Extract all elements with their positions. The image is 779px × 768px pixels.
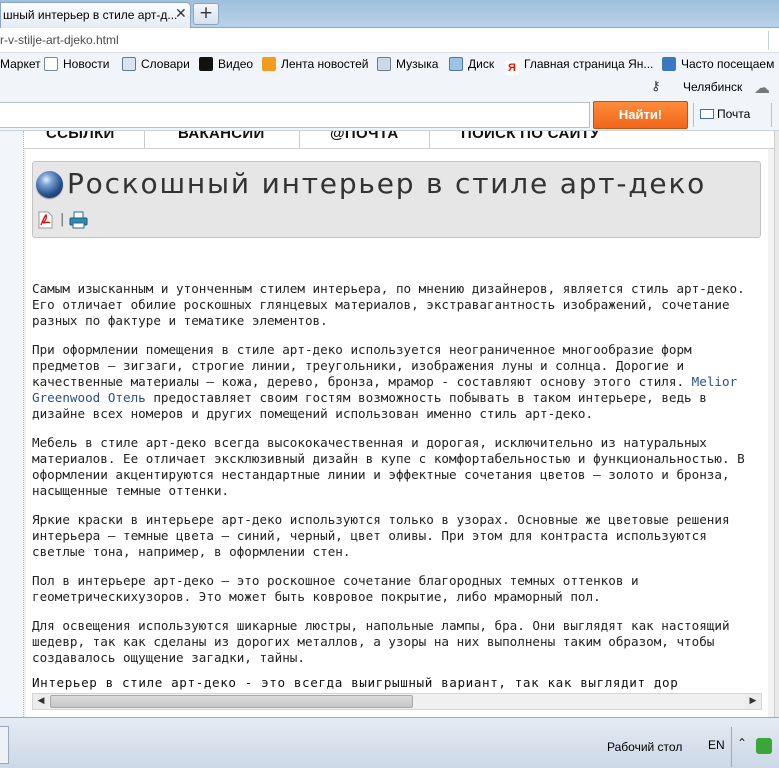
page-left-margin [0, 131, 24, 717]
toolbar-divider [771, 103, 772, 127]
bookmark-frequent[interactable]: Часто посещаем [662, 57, 774, 73]
new-tab-button[interactable]: + [193, 3, 219, 25]
article-container: Роскошный интерьер в стиле арт-деко | Са… [26, 149, 768, 717]
bookmark-label: Словари [141, 57, 190, 71]
preformatted-line: Интерьер в стиле арт-деко - это всегда в… [32, 675, 679, 690]
tab-title: шный интерьер в стиле арт-д... [3, 8, 178, 22]
system-tray: ⌃ [731, 727, 779, 767]
nav-site-search[interactable]: ПОИСК ПО САЙТУ [461, 131, 600, 142]
page-viewport: ССЫЛКИ ВАКАНСИИ @ПОЧТА ПОИСК ПО САЙТУ Ро… [0, 131, 779, 717]
article-paragraph: Для освещения используются шикарные люст… [32, 618, 730, 665]
mail-button[interactable]: Почта [700, 107, 750, 121]
article-paragraph: Мебель в стиле арт-деко всегда высококач… [32, 435, 745, 498]
rss-icon [262, 57, 276, 71]
yandex-toolbar: ⚷ Челябинск ☁ [0, 77, 779, 99]
scroll-left-arrow-icon[interactable]: ◀ [33, 694, 49, 709]
bookmark-market[interactable]: Маркет [0, 57, 41, 73]
taskbar-button[interactable] [0, 726, 9, 764]
mail-label: Почта [717, 107, 751, 121]
language-indicator[interactable]: EN [708, 738, 725, 752]
article-header: Роскошный интерьер в стиле арт-деко | [32, 161, 761, 238]
dictionary-icon [122, 57, 136, 71]
bookmarks-bar: Маркет Новости Словари Видео Лента новос… [0, 53, 779, 77]
frequent-sites-icon [662, 57, 676, 71]
print-icon[interactable] [69, 211, 88, 229]
vertical-scrollbar[interactable] [774, 131, 779, 717]
url-text[interactable]: r-v-stilje-art-djeko.html [0, 33, 119, 47]
mail-envelope-icon [700, 109, 714, 119]
city-label[interactable]: Челябинск [683, 80, 742, 94]
horizontal-scrollbar[interactable]: ◀ ▶ [32, 693, 762, 710]
yandex-search-bar: Найти! Почта [0, 99, 779, 131]
search-button[interactable]: Найти! [593, 101, 688, 129]
article-title: Роскошный интерьер в стиле арт-деко [67, 167, 707, 200]
icon-separator: | [60, 212, 65, 227]
bookmark-news[interactable]: Новости [44, 57, 109, 73]
security-shield-icon[interactable] [756, 738, 772, 754]
article-paragraph: При оформлении помещения в стиле арт-дек… [32, 342, 762, 422]
disk-icon [449, 57, 463, 71]
address-bar-divider [768, 31, 769, 50]
browser-tab[interactable]: шный интерьер в стиле арт-д... ✕ [0, 2, 191, 28]
bookmark-yandex-home[interactable]: Я Главная страница Ян... [505, 57, 654, 75]
bookmark-label: Лента новостей [281, 57, 369, 71]
nav-mail[interactable]: @ПОЧТА [330, 131, 398, 142]
bookmark-label: Видео [218, 57, 254, 71]
search-input[interactable] [0, 102, 590, 128]
tab-strip: шный интерьер в стиле арт-д... ✕ + [0, 0, 779, 28]
windows-taskbar: Рабочий стол EN ⌃ [0, 717, 779, 768]
speaker-icon [377, 57, 391, 71]
yandex-logo-icon: Я [505, 61, 519, 75]
weather-cloud-icon[interactable]: ☁ [754, 78, 770, 97]
bookmark-label: Диск [468, 57, 495, 71]
nav-divider [429, 131, 430, 148]
bookmark-label: Часто посещаем [681, 57, 775, 71]
bookmark-label: Новости [63, 57, 110, 71]
nav-vacancies[interactable]: ВАКАНСИИ [178, 131, 265, 142]
article-paragraph: Самым изысканным и утонченным стилем инт… [32, 281, 745, 328]
bookmark-dictionaries[interactable]: Словари [122, 57, 190, 73]
nav-links[interactable]: ССЫЛКИ [46, 131, 115, 142]
site-navigation: ССЫЛКИ ВАКАНСИИ @ПОЧТА ПОИСК ПО САЙТУ [24, 131, 774, 149]
bookmark-label: Маркет [0, 57, 41, 71]
scroll-right-arrow-icon[interactable]: ▶ [745, 694, 761, 709]
show-hidden-icons-icon[interactable]: ⌃ [737, 736, 747, 750]
bookmark-news-feed[interactable]: Лента новостей [262, 57, 369, 73]
key-icon[interactable]: ⚷ [651, 79, 661, 94]
article-paragraph: Яркие краски в интерьере арт-деко исполь… [32, 512, 730, 559]
video-play-icon [199, 57, 213, 71]
nav-divider [299, 131, 300, 148]
nav-divider [144, 131, 145, 148]
scrollbar-thumb[interactable] [50, 695, 413, 708]
bookmark-label: Музыка [396, 57, 439, 71]
article-paragraph: Пол в интерьере арт-деко – это роскошное… [32, 573, 639, 604]
toolbar-divider [693, 103, 694, 127]
pdf-icon[interactable] [37, 211, 53, 229]
desktop-toolbar[interactable]: Рабочий стол [607, 740, 682, 754]
bullet-orb-icon [36, 171, 63, 198]
news-icon [44, 57, 58, 71]
address-bar[interactable]: r-v-stilje-art-djeko.html [0, 28, 779, 53]
bookmark-video[interactable]: Видео [199, 57, 253, 73]
paragraph-text: При оформлении помещения в стиле арт-дек… [32, 342, 692, 389]
bookmark-label: Главная страница Ян... [524, 57, 654, 71]
bookmark-disk[interactable]: Диск [449, 57, 494, 73]
bookmark-music[interactable]: Музыка [377, 57, 438, 73]
tab-close-icon[interactable]: ✕ [175, 6, 187, 22]
article-body: Самым изысканным и утонченным стилем инт… [32, 281, 762, 679]
